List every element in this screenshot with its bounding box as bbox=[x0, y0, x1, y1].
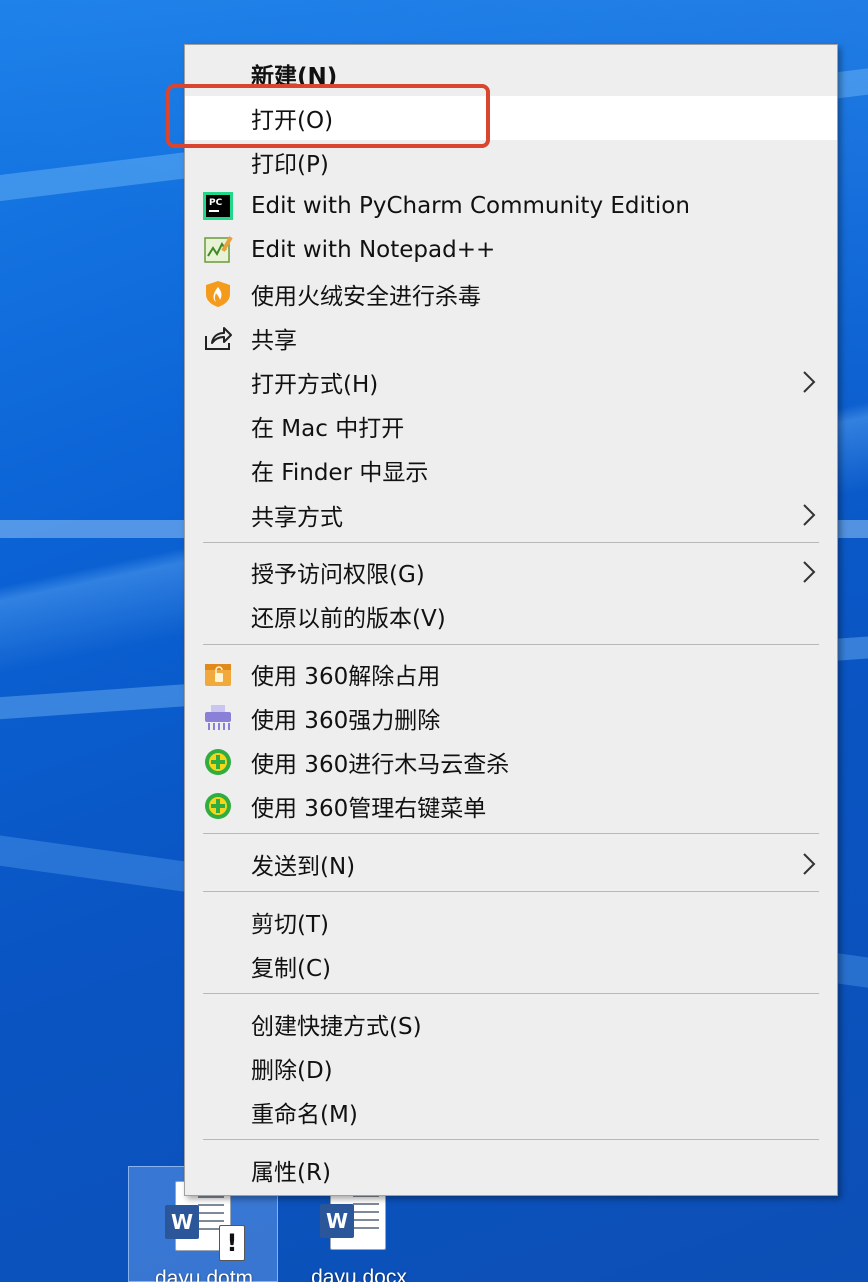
word-icon: W bbox=[165, 1205, 199, 1239]
menu-item-properties[interactable]: 属性(R) bbox=[185, 1148, 837, 1192]
menu-separator bbox=[203, 644, 819, 645]
huorong-shield-icon bbox=[203, 280, 233, 308]
share-icon bbox=[203, 324, 233, 352]
menu-item-label: 剪切(T) bbox=[251, 912, 329, 938]
menu-item-label: 还原以前的版本(V) bbox=[251, 606, 446, 632]
menu-item-copy[interactable]: 复制(C) bbox=[185, 944, 837, 988]
menu-item-open-in-mac[interactable]: 在 Mac 中打开 bbox=[185, 404, 837, 448]
context-menu: 新建(N) 打开(O) 打印(P) PC Edit with PyCharm C… bbox=[184, 44, 838, 1196]
menu-item-label: 共享方式 bbox=[251, 505, 343, 531]
menu-item-label: 在 Finder 中显示 bbox=[251, 460, 429, 486]
menu-item-label: 授予访问权限(G) bbox=[251, 562, 425, 588]
chevron-right-icon bbox=[803, 561, 816, 583]
menu-item-360-trojan-scan[interactable]: 使用 360进行木马云查杀 bbox=[185, 740, 837, 784]
menu-item-360-force-delete[interactable]: 使用 360强力删除 bbox=[185, 696, 837, 740]
chevron-right-icon bbox=[803, 371, 816, 393]
desktop-file-label: dayu.dotm bbox=[154, 1267, 254, 1282]
menu-item-new[interactable]: 新建(N) bbox=[185, 52, 837, 96]
menu-item-edit-notepad-plus-plus[interactable]: Edit with Notepad++ bbox=[185, 228, 837, 272]
chevron-right-icon bbox=[803, 504, 816, 526]
menu-item-label: Edit with Notepad++ bbox=[251, 237, 496, 263]
menu-item-delete[interactable]: 删除(D) bbox=[185, 1046, 837, 1090]
desktop-file-label: dayu.docx bbox=[311, 1266, 407, 1282]
menu-item-edit-pycharm[interactable]: PC Edit with PyCharm Community Edition bbox=[185, 184, 837, 228]
menu-separator bbox=[203, 891, 819, 892]
menu-item-create-shortcut[interactable]: 创建快捷方式(S) bbox=[185, 1002, 837, 1046]
menu-item-label: 使用 360管理右键菜单 bbox=[251, 796, 487, 822]
menu-item-label: 打开方式(H) bbox=[251, 372, 379, 398]
menu-separator bbox=[203, 542, 819, 543]
menu-item-label: 新建(N) bbox=[251, 64, 338, 90]
menu-item-label: 打开(O) bbox=[251, 108, 334, 134]
menu-item-label: 使用 360解除占用 bbox=[251, 664, 441, 690]
menu-item-give-access[interactable]: 授予访问权限(G) bbox=[185, 550, 837, 594]
menu-item-360-manage-menu[interactable]: 使用 360管理右键菜单 bbox=[185, 784, 837, 828]
menu-item-360-unlock[interactable]: 使用 360解除占用 bbox=[185, 652, 837, 696]
word-icon: W bbox=[320, 1204, 354, 1238]
menu-item-label: 删除(D) bbox=[251, 1058, 333, 1084]
chevron-right-icon bbox=[803, 853, 816, 875]
menu-item-open-with[interactable]: 打开方式(H) bbox=[185, 360, 837, 404]
360-shredder-icon bbox=[203, 704, 233, 732]
menu-item-cut[interactable]: 剪切(T) bbox=[185, 900, 837, 944]
menu-item-label: 复制(C) bbox=[251, 956, 332, 982]
pycharm-icon: PC bbox=[203, 192, 233, 220]
svg-text:PC: PC bbox=[209, 198, 223, 208]
warning-icon: ! bbox=[219, 1225, 245, 1261]
menu-separator bbox=[203, 833, 819, 834]
menu-item-open[interactable]: 打开(O) bbox=[185, 96, 837, 140]
menu-item-huorong-scan[interactable]: 使用火绒安全进行杀毒 bbox=[185, 272, 837, 316]
menu-item-label: 打印(P) bbox=[251, 152, 329, 178]
360-menu-manager-icon bbox=[203, 792, 233, 820]
menu-item-label: 使用火绒安全进行杀毒 bbox=[251, 284, 481, 310]
menu-item-label: 使用 360进行木马云查杀 bbox=[251, 752, 510, 778]
menu-item-label: 发送到(N) bbox=[251, 854, 356, 880]
360-unlock-icon bbox=[203, 660, 233, 688]
menu-item-label: 重命名(M) bbox=[251, 1102, 358, 1128]
menu-item-send-to[interactable]: 发送到(N) bbox=[185, 842, 837, 886]
menu-item-show-in-finder[interactable]: 在 Finder 中显示 bbox=[185, 448, 837, 492]
menu-item-rename[interactable]: 重命名(M) bbox=[185, 1090, 837, 1134]
menu-item-label: 在 Mac 中打开 bbox=[251, 416, 405, 442]
menu-item-label: Edit with PyCharm Community Edition bbox=[251, 193, 690, 219]
menu-item-label: 共享 bbox=[251, 328, 297, 354]
menu-item-share[interactable]: 共享 bbox=[185, 316, 837, 360]
menu-item-label: 创建快捷方式(S) bbox=[251, 1014, 422, 1040]
menu-separator bbox=[203, 993, 819, 994]
menu-item-share-via[interactable]: 共享方式 bbox=[185, 493, 837, 537]
menu-item-restore-versions[interactable]: 还原以前的版本(V) bbox=[185, 594, 837, 638]
notepad-plus-plus-icon bbox=[203, 236, 233, 264]
360-scan-icon bbox=[203, 748, 233, 776]
menu-item-label: 属性(R) bbox=[251, 1160, 331, 1186]
menu-separator bbox=[203, 1139, 819, 1140]
menu-item-print[interactable]: 打印(P) bbox=[185, 140, 837, 184]
menu-item-label: 使用 360强力删除 bbox=[251, 708, 441, 734]
